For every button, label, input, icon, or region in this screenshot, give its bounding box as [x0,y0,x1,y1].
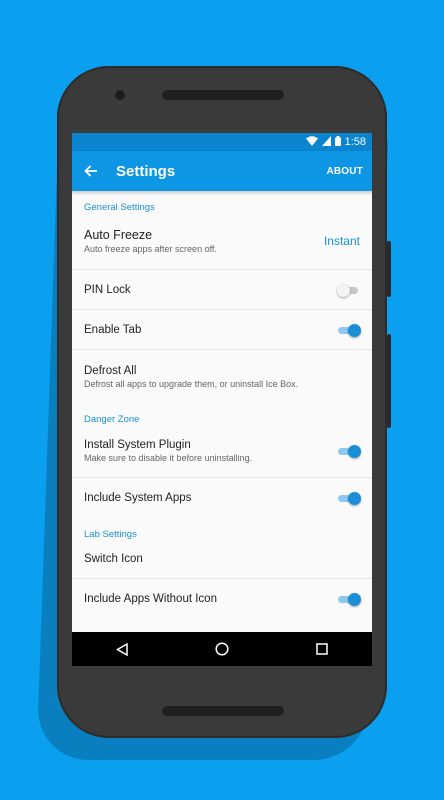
setting-label: Switch Icon [84,552,143,565]
setting-description: Make sure to disable it before uninstall… [84,452,253,463]
setting-install-system-plugin[interactable]: Install System Plugin Make sure to disab… [72,424,372,478]
setting-text: PIN Lock [84,284,338,296]
status-time: 1:58 [344,136,366,148]
volume-button [387,334,391,428]
setting-include-system-apps[interactable]: Include System Apps [72,478,372,518]
include-system-apps-toggle[interactable] [338,492,361,505]
triangle-back-icon[interactable] [115,642,129,656]
setting-text: Switch Icon [84,553,360,565]
setting-text: Enable Tab [84,324,338,336]
setting-auto-freeze[interactable]: Auto Freeze Auto freeze apps after scree… [72,212,372,270]
app-bar: Settings ABOUT [72,151,372,191]
setting-switch-icon[interactable]: Switch Icon [72,539,372,579]
setting-pin-lock[interactable]: PIN Lock [72,270,372,310]
setting-label: Install System Plugin [84,438,191,451]
setting-label: Auto Freeze [84,227,153,242]
auto-freeze-value: Instant [323,233,360,248]
about-button[interactable]: ABOUT [326,166,363,177]
setting-label: Defrost All [84,364,137,377]
status-bar: 1:58 [72,133,372,151]
setting-text: Install System Plugin Make sure to disab… [84,439,338,463]
wifi-icon [305,135,318,149]
install-plugin-toggle[interactable] [338,444,361,458]
section-lab-settings: Lab Settings [84,529,137,540]
setting-text: Defrost All Defrost all apps to upgrade … [84,365,360,389]
section-general-settings: General Settings [84,202,155,213]
front-camera [115,90,125,100]
setting-description: Defrost all apps to upgrade them, or uni… [84,378,299,389]
setting-defrost-all[interactable]: Defrost All Defrost all apps to upgrade … [72,350,372,403]
setting-label: Include System Apps [84,492,192,504]
setting-text: Include Apps Without Icon [84,593,338,605]
signal-icon [321,135,331,149]
include-apps-without-icon-toggle[interactable] [338,593,361,606]
setting-text: Include System Apps [84,492,338,504]
power-button [387,241,391,297]
screen: 1:58 Settings ABOUT General Settings Aut… [72,133,372,666]
setting-label: Enable Tab [84,323,142,336]
setting-description: Auto freeze apps after screen off. [84,243,217,254]
phone-frame: 1:58 Settings ABOUT General Settings Aut… [57,66,391,738]
pin-lock-toggle[interactable] [337,283,360,297]
battery-icon [334,135,341,149]
section-danger-zone: Danger Zone [84,414,140,425]
setting-label: PIN Lock [84,283,131,296]
circle-home-icon[interactable] [215,642,229,656]
setting-include-apps-without-icon[interactable]: Include Apps Without Icon [72,579,372,619]
settings-list: General Settings Auto Freeze Auto freeze… [72,191,372,619]
navigation-bar [72,632,372,666]
enable-tab-toggle[interactable] [338,323,361,337]
page-title: Settings [116,162,176,180]
bottom-speaker [162,706,284,716]
top-speaker [162,90,284,100]
setting-enable-tab[interactable]: Enable Tab [72,310,372,350]
arrow-left-icon[interactable] [84,162,104,180]
setting-text: Auto Freeze Auto freeze apps after scree… [84,228,324,254]
square-recents-icon[interactable] [315,642,329,656]
setting-label: Include Apps Without Icon [84,593,217,605]
